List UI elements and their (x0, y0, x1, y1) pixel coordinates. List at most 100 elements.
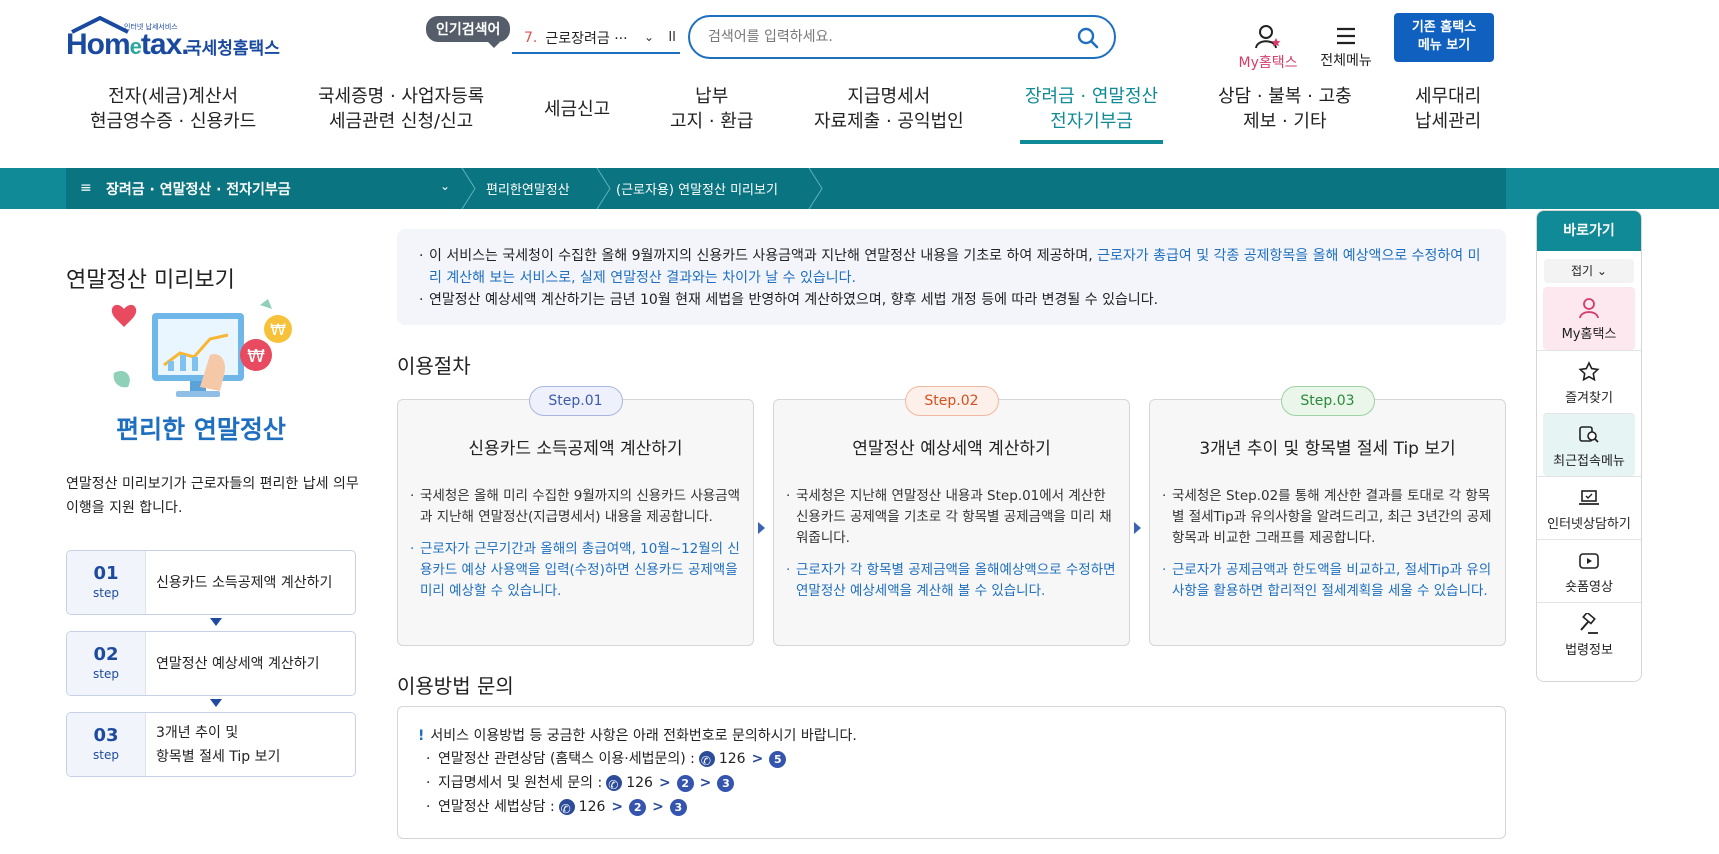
quick-short-video[interactable]: 숏폼영상 (1537, 539, 1641, 602)
step-number: 01 (93, 563, 119, 584)
gnb-item-payment-statements[interactable]: 지급명세서 자료제출 · 공익법인 (814, 84, 964, 134)
gnb-item-payment[interactable]: 납부 고지 · 환급 (670, 84, 753, 134)
step-card-03: Step.03 3개년 추이 및 항목별 절세 Tip 보기 국세청은 Step… (1149, 386, 1506, 646)
menu-number-badge: 3 (669, 798, 687, 816)
quick-online-consult[interactable]: 인터넷상담하기 (1537, 476, 1641, 539)
search-box (688, 15, 1116, 59)
step-arrow-down-icon (210, 699, 222, 707)
menu-number-badge: 3 (717, 774, 735, 792)
breadcrumb-separator-icon (596, 168, 611, 209)
gnb-item-certificates[interactable]: 국세증명 · 사업자등록 세금관련 신청/신고 (318, 84, 484, 134)
arrow-right-icon (758, 522, 765, 534)
popular-search-rotator[interactable]: 7. 근로장려금 ··· ⌄ II (512, 24, 680, 54)
step-text: 연말정산 예상세액 계산하기 (156, 655, 320, 672)
gavel-icon (1580, 613, 1598, 634)
breadcrumb-level1[interactable]: 장려금 · 연말정산 · 전자기부금 (106, 179, 291, 199)
step-text: 3개년 추이 및 항목별 절세 Tip 보기 (156, 724, 281, 765)
page-description: 연말정산 미리보기가 근로자들의 편리한 납세 의무 이행을 지원 합니다. (66, 476, 359, 516)
old-menu-line2: 메뉴 보기 (1417, 38, 1471, 53)
menu-icon: ≡ (80, 180, 92, 196)
gnb-item-tax-filing[interactable]: 세금신고 (544, 97, 610, 122)
step-badge: Step.02 (904, 386, 999, 416)
quick-my-hometax[interactable]: My홈택스 (1543, 287, 1635, 350)
inquiry-row: 연말정산 세법상담 :126>2>3 (418, 795, 1485, 821)
breadcrumb-level2[interactable]: 편리한연말정산 (486, 179, 570, 198)
gnb-item-e-invoice[interactable]: 전자(세금)계산서 현금영수증 · 신용카드 (90, 84, 256, 134)
service-notice: 이 서비스는 국세청이 수집한 올해 9월까지의 신용카드 사용금액과 지난해 … (397, 229, 1506, 325)
step-card-desc: 근로자가 근무기간과 올해의 총급여액, 10월~12월의 신용카드 예상 사용… (410, 539, 740, 602)
old-menu-button[interactable]: 기존 홈택스 메뉴 보기 (1394, 13, 1494, 62)
notice-item: 이 서비스는 국세청이 수집한 올해 9월까지의 신용카드 사용금액과 지난해 … (419, 245, 1484, 289)
step-card-title: 3개년 추이 및 항목별 절세 Tip 보기 (1199, 439, 1456, 459)
inquiry-box: ! 서비스 이용방법 등 궁금한 사항은 아래 전화번호로 문의하시기 바랍니다.… (397, 706, 1506, 839)
step-card-title: 연말정산 예상세액 계산하기 (852, 439, 1051, 459)
procedure-title: 이용절차 (397, 354, 471, 378)
chevron-down-icon[interactable]: ⌄ (440, 179, 450, 193)
gnb-item-incentives-year-end[interactable]: 장려금 · 연말정산 전자기부금 (1025, 84, 1158, 134)
user-icon (1579, 298, 1599, 319)
step-text: 신용카드 소득공제액 계산하기 (156, 574, 333, 591)
step-card-desc: 국세청은 올해 미리 수집한 9월까지의 신용카드 사용금액과 지난해 연말정산… (410, 486, 740, 528)
phone-icon (558, 797, 575, 821)
step-card-01: Step.01 신용카드 소득공제액 계산하기 국세청은 올해 미리 수집한 9… (397, 386, 754, 646)
my-hometax-link[interactable]: My홈택스 (1236, 24, 1300, 72)
step-card-desc: 국세청은 Step.02를 통해 계산한 결과를 토대로 각 항목별 절세Tip… (1162, 486, 1492, 549)
user-icon (1255, 25, 1281, 49)
menu-number-badge: 5 (769, 750, 787, 768)
menu-number-badge: 2 (676, 774, 694, 792)
breadcrumb: ≡ 장려금 · 연말정산 · 전자기부금 ⌄ 편리한연말정산 (근로자용) 연말… (0, 168, 1719, 209)
step-number: 03 (93, 725, 119, 746)
step-card-title: 신용카드 소득공제액 계산하기 (468, 439, 683, 459)
popular-term[interactable]: 근로장려금 ··· (545, 28, 627, 48)
search-icon[interactable] (1076, 26, 1100, 50)
menu-number-badge: 2 (629, 798, 647, 816)
breadcrumb-level3[interactable]: (근로자용) 연말정산 미리보기 (616, 179, 778, 198)
main-navigation: 전자(세금)계산서 현금영수증 · 신용카드 국세증명 · 사업자등록 세금관련 신… (70, 84, 1510, 144)
step-card-desc: 근로자가 각 항목별 공제금액을 올해예상액으로 수정하면 연말정산 예상세액을… (786, 560, 1116, 602)
gnb-item-consultation[interactable]: 상담 · 불복 · 고충 제보 · 기타 (1218, 84, 1352, 134)
illustration-title: 편리한 연말정산 (116, 415, 286, 444)
phone-icon (606, 773, 623, 797)
quick-links-panel: 바로가기 접기 ⌄ My홈택스 즐겨찾기 최근접속메뉴 인터넷상담하기 숏폼영상… (1536, 210, 1642, 682)
page-title: 연말정산 미리보기 (66, 268, 235, 293)
fold-button[interactable]: 접기 ⌄ (1544, 259, 1634, 283)
site-header: 인터넷 납세서비스 Hometax. 국세청홈택스 인기검색어 7. 근로장려금… (0, 0, 1719, 168)
logo-wordmark: Hometax. (66, 28, 190, 61)
step-item-03[interactable]: 03 step 3개년 추이 및 항목별 절세 Tip 보기 (66, 712, 356, 777)
notice-item: 연말정산 예상세액 계산하기는 금년 10월 현재 세법을 반영하여 계산하였으… (419, 289, 1484, 311)
step-card-desc: 국세청은 지난해 연말정산 내용과 Step.01에서 계산한 신용카드 공제액… (786, 486, 1116, 549)
old-menu-line1: 기존 홈택스 (1411, 20, 1477, 35)
quick-recent-menu[interactable]: 최근접속메뉴 (1543, 413, 1635, 476)
step-item-02[interactable]: 02 step 연말정산 예상세액 계산하기 (66, 631, 356, 696)
breadcrumb-separator-icon (808, 168, 823, 209)
popular-search-badge: 인기검색어 (426, 16, 511, 48)
step-number: 02 (93, 644, 119, 665)
quick-favorites[interactable]: 즐겨찾기 (1537, 350, 1641, 413)
quick-links-title: 바로가기 (1537, 211, 1641, 251)
star-icon (1578, 361, 1600, 382)
popular-rank: 7. (524, 30, 538, 46)
step-badge: Step.01 (528, 386, 623, 416)
inquiry-head: 서비스 이용방법 등 궁금한 사항은 아래 전화번호로 문의하시기 바랍니다. (430, 728, 857, 744)
search-input[interactable] (708, 26, 1068, 48)
my-hometax-label: My홈택스 (1238, 55, 1298, 71)
all-menu-link[interactable]: 전체메뉴 (1316, 24, 1376, 70)
hometax-logo[interactable]: 인터넷 납세서비스 Hometax. 국세청홈택스 (66, 14, 296, 64)
quick-law-info[interactable]: 법령정보 (1537, 602, 1641, 665)
step-item-01[interactable]: 01 step 신용카드 소득공제액 계산하기 (66, 550, 356, 615)
inquiry-row: 연말정산 관련상담 (홈택스 이용·세법문의) :126>5 (418, 747, 1485, 773)
step-label: step (93, 586, 119, 600)
svg-text:₩: ₩ (270, 320, 286, 339)
phone-icon (698, 749, 715, 773)
gnb-item-tax-agent[interactable]: 세무대리 납세관리 (1415, 84, 1481, 134)
pause-icon[interactable]: II (668, 30, 676, 45)
laptop-chat-icon (1579, 490, 1599, 505)
step-card-desc: 근로자가 공제금액과 한도액을 비교하고, 절세Tip과 유의사항을 활용하면 … (1162, 560, 1492, 602)
inquiry-title: 이용방법 문의 (397, 674, 514, 698)
all-menu-label: 전체메뉴 (1320, 53, 1372, 69)
chevron-down-icon[interactable]: ⌄ (644, 30, 654, 44)
step-label: step (93, 667, 119, 681)
svg-text:₩: ₩ (247, 346, 265, 367)
step-arrow-down-icon (210, 618, 222, 626)
step-label: step (93, 748, 119, 762)
